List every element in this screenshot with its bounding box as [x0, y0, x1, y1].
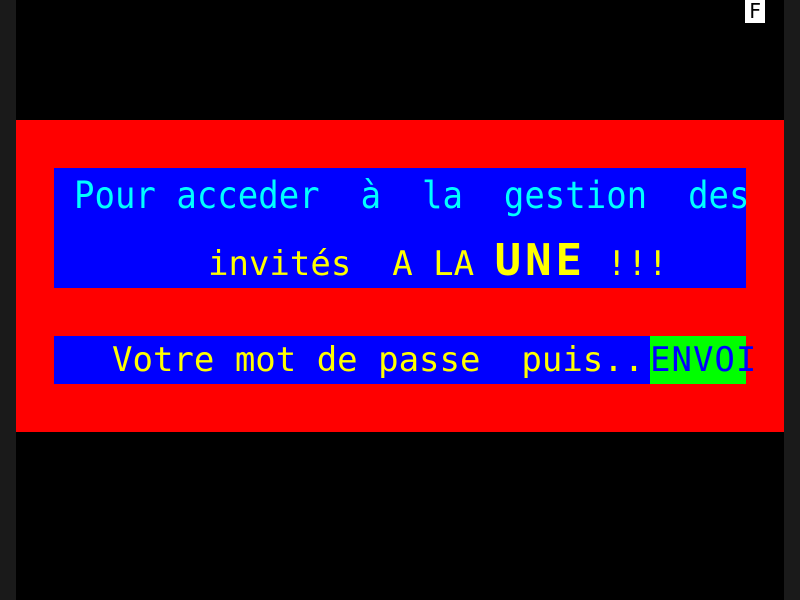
- screen-border-left: [0, 0, 16, 600]
- status-indicator: F: [745, 0, 765, 23]
- password-prompt: Votre mot de passe puis...: [112, 340, 665, 380]
- message-line-2-suffix: !!!: [586, 244, 668, 284]
- screen-border-right: [784, 0, 800, 600]
- minitel-screen: F Pour acceder à la gestion des invités …: [0, 0, 800, 600]
- message-line-1: Pour acceder à la gestion des: [74, 174, 750, 218]
- envoi-key[interactable]: ENVOI: [650, 336, 756, 384]
- message-box: Pour acceder à la gestion des invités A …: [54, 168, 750, 288]
- message-line-2: invités A LA UNE !!!: [208, 239, 668, 285]
- message-line-2-prefix: invités A LA: [208, 244, 495, 284]
- red-band: Pour acceder à la gestion des invités A …: [16, 120, 784, 432]
- message-emphasis-une: UNE: [494, 235, 587, 286]
- password-row[interactable]: Votre mot de passe puis... ENVOI: [54, 336, 756, 384]
